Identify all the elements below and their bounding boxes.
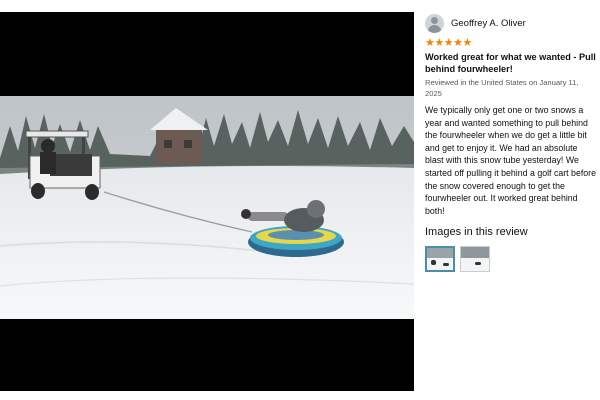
review-title[interactable]: Worked great for what we wanted - Pull b… — [425, 51, 597, 75]
review-photo[interactable] — [0, 96, 414, 319]
snow-tube-photo — [0, 96, 414, 319]
review-meta: Reviewed in the United States on January… — [425, 78, 579, 98]
star-rating: ★★★★★ — [425, 37, 472, 49]
review-panel: Geoffrey A. Oliver ★★★★★ Worked great fo… — [418, 12, 600, 391]
images-in-review-heading: Images in this review — [425, 226, 528, 239]
review-thumbnail-1[interactable] — [425, 246, 455, 273]
avatar-icon — [425, 13, 444, 33]
reviewer-header: Geoffrey A. Oliver — [425, 12, 600, 34]
review-thumbnail-2[interactable] — [460, 246, 490, 273]
thumbnail-strip — [425, 246, 600, 273]
review-body: We typically only get one or two snows a… — [425, 105, 596, 216]
reviewer-name[interactable]: Geoffrey A. Oliver — [451, 18, 526, 29]
image-viewer — [0, 12, 414, 391]
